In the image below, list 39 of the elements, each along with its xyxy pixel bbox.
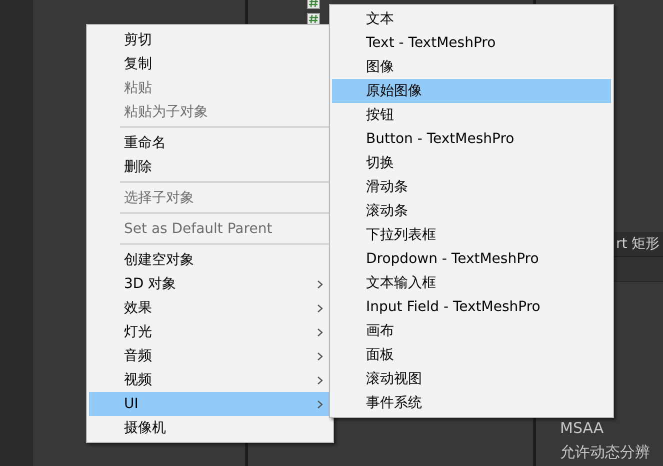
menu-item[interactable]: Text - TextMeshPro [332,31,611,55]
menu-item[interactable]: 摄像机 [89,416,331,440]
field-label: MSAA [559,418,605,439]
menu-item[interactable]: Button - TextMeshPro [332,127,611,151]
script-icon [307,0,320,9]
field-label: 允许动态分辨 [559,442,651,463]
menu-item[interactable]: 删除 [89,155,331,179]
menu-item[interactable]: 视频 [89,368,331,392]
menu-item[interactable]: 音频 [89,344,331,368]
menu-item[interactable]: 重命名 [89,131,331,155]
chevron-right-icon [317,352,323,361]
menu-item[interactable]: 按钮 [332,103,611,127]
menu-item[interactable]: 原始图像 [332,79,611,103]
chevron-right-icon [317,280,323,289]
menu-item[interactable]: 画布 [332,319,611,343]
menu-item[interactable]: 切换 [332,151,611,175]
menu-item[interactable]: 复制 [89,52,331,76]
menu-item[interactable]: 效果 [89,296,331,320]
menu-item[interactable]: 创建空对象 [89,248,331,272]
menu-item[interactable]: Dropdown - TextMeshPro [332,247,611,271]
chevron-right-icon [317,328,323,337]
menu-item[interactable]: Input Field - TextMeshPro [332,295,611,319]
menu-item[interactable]: 滚动条 [332,199,611,223]
menu-item[interactable]: 事件系统 [332,391,611,415]
chevron-right-icon [317,400,323,409]
chevron-right-icon [317,376,323,385]
menu-item[interactable]: 滑动条 [332,175,611,199]
component-title: rt 矩形 [616,235,660,253]
menu-item[interactable]: 文本输入框 [332,271,611,295]
chevron-right-icon [317,304,323,313]
menu-item[interactable]: 滚动视图 [332,367,611,391]
menu-item[interactable]: 3D 对象 [89,272,331,296]
menu-item[interactable]: 下拉列表框 [332,223,611,247]
menu-item[interactable]: 灯光 [89,320,331,344]
menu-item[interactable]: UI [89,392,331,416]
menu-item[interactable]: 图像 [332,55,611,79]
menu-item[interactable]: 文本 [332,7,611,31]
menu-item[interactable]: 剪切 [89,28,331,52]
menu-item[interactable]: 面板 [332,343,611,367]
